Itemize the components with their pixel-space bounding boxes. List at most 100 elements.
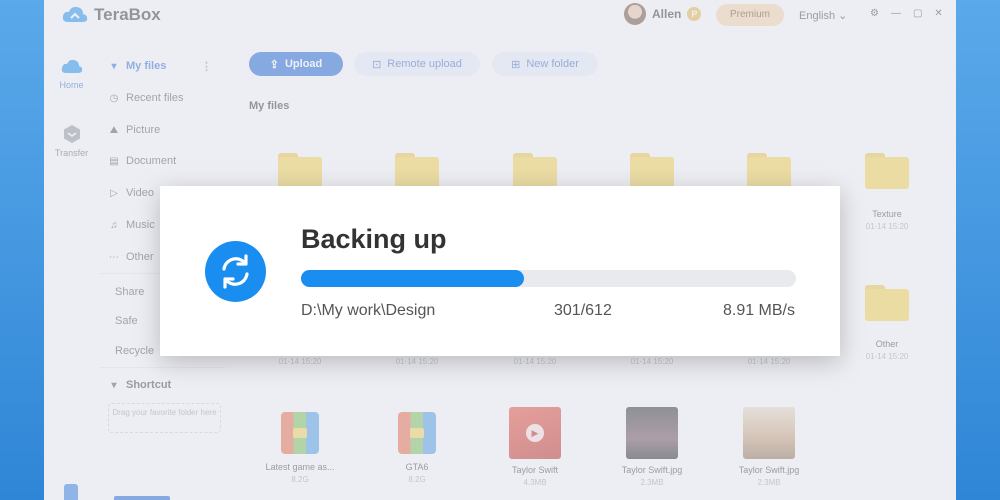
transfer-icon <box>63 125 80 143</box>
premium-badge: P <box>687 7 702 21</box>
sidebar-item-label: Music <box>126 219 155 231</box>
minimize-icon[interactable]: — <box>891 8 901 19</box>
chevron-down-icon: ⌄ <box>838 10 848 22</box>
music-icon: ♫ <box>110 219 118 231</box>
image-thumbnail <box>626 407 678 459</box>
archive-icon <box>281 412 319 454</box>
remote-upload-label: Remote upload <box>387 58 462 70</box>
file-name: GTA6 <box>405 462 429 472</box>
file-meta: 2.3MB <box>640 478 664 487</box>
window-controls: ⚙ — ▢ ✕ <box>870 8 943 19</box>
file-item-image[interactable]: Taylor Swift.jpg 2.3MB <box>719 407 819 487</box>
file-name: Taylor Swift.jpg <box>621 465 683 475</box>
file-item-archive[interactable]: Latest game as... 8.2G <box>250 407 350 484</box>
backup-speed: 8.91 MB/s <box>722 302 795 319</box>
backup-dialog: Backing up D:\My work\Design 301/612 8.9… <box>160 186 840 356</box>
brand: TeraBox <box>62 5 161 25</box>
upload-button[interactable]: ⇪ Upload <box>249 52 343 76</box>
file-item-other[interactable]: Other 01-14 15:20 <box>837 285 937 361</box>
picture-icon: ⛰ <box>109 124 119 136</box>
remote-upload-icon: ⊡ <box>372 58 382 71</box>
folder-icon <box>395 153 439 189</box>
language-label: English <box>799 10 836 22</box>
file-name: Other <box>875 339 899 349</box>
file-meta: 4.3MB <box>523 478 547 487</box>
file-name: Latest game as... <box>265 462 335 472</box>
file-name: Texture <box>872 209 902 219</box>
settings-icon[interactable]: ⚙ <box>870 8 879 19</box>
video-thumbnail: ▶ <box>509 407 561 459</box>
upload-label: Upload <box>284 58 323 70</box>
file-name: Taylor Swift <box>511 465 558 475</box>
close-icon[interactable]: ✕ <box>934 8 942 19</box>
desktop-background-right <box>956 0 1000 500</box>
desktop-background-left <box>0 0 44 500</box>
rail-label-transfer: Transfer <box>54 148 89 158</box>
more-icon: ⋯ <box>109 251 119 263</box>
app-name: TeraBox <box>94 5 161 24</box>
file-meta: 8.2G <box>408 475 426 484</box>
language-select[interactable]: English ⌄ <box>799 9 847 22</box>
folder-icon <box>278 153 322 189</box>
sidebar-item-my-files[interactable]: ▾ My files ⋮ <box>108 55 228 77</box>
sidebar-shortcut-header[interactable]: ▾ Shortcut <box>108 374 228 396</box>
cloud-icon <box>61 59 82 73</box>
premium-button[interactable]: Premium <box>716 4 784 26</box>
file-meta: 01-14 15:20 <box>747 357 791 366</box>
backup-title: Backing up <box>301 224 447 254</box>
file-meta: 01-14 15:20 <box>630 357 674 366</box>
file-item-image[interactable]: Taylor Swift.jpg 2.3MB <box>602 407 702 487</box>
maximize-icon[interactable]: ▢ <box>913 8 922 19</box>
file-meta: 01-14 15:20 <box>865 352 909 361</box>
sidebar-divider <box>100 367 225 368</box>
backup-progress-fill <box>301 270 524 287</box>
rail-item-home[interactable]: Home <box>44 58 99 90</box>
sidebar-item-label: Video <box>126 187 154 199</box>
user-menu[interactable]: Allen P <box>624 3 702 25</box>
remote-upload-button[interactable]: ⊡ Remote upload <box>354 52 480 76</box>
avatar[interactable] <box>624 3 646 25</box>
file-item-video[interactable]: ▶ Taylor Swift 4.3MB <box>485 407 585 487</box>
file-meta: 2.3MB <box>757 478 781 487</box>
user-name: Allen <box>652 7 682 21</box>
file-item-texture[interactable]: Texture 01-14 15:20 <box>837 153 937 231</box>
new-folder-icon: ⊞ <box>511 58 521 71</box>
image-thumbnail <box>743 407 795 459</box>
sidebar-item-document[interactable]: ▤ Document <box>108 150 228 172</box>
folder-icon <box>865 285 909 321</box>
breadcrumb[interactable]: My files <box>249 100 289 112</box>
archive-icon <box>398 412 436 454</box>
rail-bottom-icon[interactable] <box>64 484 78 500</box>
upload-icon: ⇪ <box>269 58 279 71</box>
shortcut-title: Shortcut <box>126 379 172 391</box>
file-meta: 8.2G <box>291 475 309 484</box>
sidebar-label-my-files: My files <box>126 60 167 72</box>
sync-icon <box>205 241 266 302</box>
folder-icon <box>513 153 557 189</box>
rail-label-home: Home <box>59 80 84 90</box>
file-meta: 01-14 15:20 <box>395 357 439 366</box>
shortcut-drop-zone[interactable]: Drag your favorite folder here <box>108 403 221 433</box>
sidebar-item-picture[interactable]: ⛰ Picture <box>108 119 228 141</box>
folder-icon <box>630 153 674 189</box>
sidebar-item-label: Share <box>115 286 145 298</box>
new-folder-button[interactable]: ⊞ New folder <box>492 52 598 76</box>
sidebar-item-label: Recycle <box>115 345 155 357</box>
sidebar-item-label: Safe <box>115 315 138 327</box>
new-folder-label: New folder <box>526 58 579 70</box>
more-vertical-icon[interactable]: ⋮ <box>201 60 212 73</box>
backup-progress-bar <box>301 270 796 287</box>
file-meta: 01-14 15:20 <box>278 357 322 366</box>
folder-icon <box>747 153 791 189</box>
video-icon: ▷ <box>110 187 118 199</box>
file-name: Taylor Swift.jpg <box>738 465 800 475</box>
title-bar: TeraBox Allen P Premium English ⌄ ⚙ — ▢ … <box>44 0 956 32</box>
file-meta: 01-14 15:20 <box>865 222 909 231</box>
file-meta: 01-14 15:20 <box>513 357 557 366</box>
rail-item-transfer[interactable]: Transfer <box>44 124 99 158</box>
sidebar-item-recent[interactable]: ◷ Recent files <box>108 87 228 109</box>
sidebar-item-label: Recent files <box>126 92 184 104</box>
file-item-archive[interactable]: GTA6 8.2G <box>367 407 467 484</box>
caret-down-icon: ▾ <box>111 379 117 391</box>
storage-bar <box>114 496 170 500</box>
